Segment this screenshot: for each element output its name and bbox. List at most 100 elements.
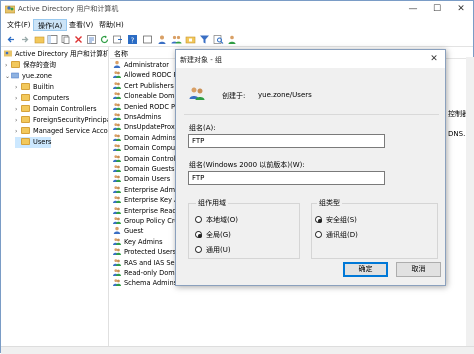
tree-item-domain[interactable]: ⌄ yue.zone [5,71,52,82]
list-item[interactable]: Group Policy Cre [113,216,178,227]
group-icon [113,102,121,110]
back-icon[interactable] [6,34,17,45]
type-distribution-radio[interactable] [315,231,322,238]
menu-action[interactable]: 操作(A) [33,19,68,31]
list-item[interactable]: Enterprise Key A [113,195,179,206]
menu-file[interactable]: 文件(F) [3,19,35,31]
domain-icon [11,72,19,79]
view-icon[interactable] [142,34,153,45]
vertical-scrollbar[interactable] [466,57,474,347]
minimize-icon: — [408,4,418,14]
minimize-button[interactable]: — [401,1,425,17]
list-item[interactable]: Domain Users [113,174,170,185]
type-security-label[interactable]: 安全组(S) [326,215,357,225]
list-item[interactable]: Key Admins [113,237,163,248]
list-item[interactable]: Enterprise Read [113,206,177,217]
pre2000-name-input[interactable]: FTP [188,171,385,185]
group-icon [113,144,121,152]
find-icon[interactable] [213,34,224,45]
refresh-icon[interactable] [99,34,110,45]
list-item-label: Domain Guests [124,165,175,173]
list-item[interactable]: DnsAdmins [113,112,161,123]
menu-view[interactable]: 查看(V) [65,19,97,31]
scope-universal-radio[interactable] [195,246,202,253]
filter-icon[interactable] [199,34,210,45]
list-item[interactable]: Enterprise Admi [113,185,177,196]
list-item[interactable]: Domain Guests [113,164,174,175]
scope-global-radio[interactable] [195,231,202,238]
create-in-label: 创建于: [222,92,246,100]
console-tree-icon[interactable] [47,34,58,45]
create-in-path: yue.zone/Users [258,91,312,99]
group-icon [113,206,121,214]
new-user-icon[interactable] [157,34,168,45]
group-name-input[interactable]: FTP [188,134,385,148]
tree-item-label: yue.zone [22,72,52,80]
list-item[interactable]: Domain Admins [113,133,176,144]
add-to-group-icon[interactable] [227,34,238,45]
tree-item-users[interactable]: Users [15,137,52,148]
ok-button[interactable]: 确定 [343,262,388,277]
maximize-icon: ☐ [432,4,442,14]
list-item-label: Enterprise Key A [124,196,179,205]
menu-help[interactable]: 帮助(H) [95,19,128,31]
group-icon [113,71,121,79]
tree-item-saved-queries[interactable]: › 保存的查询 [5,60,56,71]
tree-item-builtin[interactable]: › Builtin [15,82,54,93]
list-item-label: Enterprise Read [124,206,177,215]
tree-root[interactable]: Active Directory 用户和计算机 [4,49,108,60]
tree-item-domain-controllers[interactable]: › Domain Controllers [15,104,97,115]
dialog-close-button[interactable]: ✕ [425,52,443,66]
tree-item-label: Builtin [33,83,54,91]
list-item[interactable]: Allowed RODC Pa [113,70,181,81]
list-item[interactable]: Administrator [113,60,169,71]
new-group-dialog: 新建对象 - 组 ✕ 创建于: yue.zone/Users 组名(A): FT… [175,49,446,286]
list-item[interactable]: Schema Admins [113,278,177,289]
tree-item-foreign-security-principals[interactable]: › ForeignSecurityPrincipals [15,115,108,126]
group-icon [113,185,121,193]
group-icon [113,133,121,141]
window-title: Active Directory 用户和计算机 [18,5,119,13]
list-item[interactable]: Denied RODC Pa [113,102,179,113]
delete-icon[interactable] [73,34,84,45]
list-item[interactable]: Guest [113,226,143,237]
close-icon: ✕ [430,54,438,64]
list-item[interactable]: Cloneable Doma [113,91,179,102]
list-item[interactable]: DnsUpdateProxy [113,122,179,133]
dialog-title: 新建对象 - 组 [180,56,222,64]
help-icon[interactable]: ? [127,34,138,45]
list-item-label: Key Admins [124,237,163,246]
group-icon [113,113,121,120]
new-group-icon[interactable] [171,34,182,45]
scope-global-label[interactable]: 全局(G) [206,230,231,240]
cancel-button[interactable]: 取消 [396,262,441,277]
list-item[interactable]: Cert Publishers [113,81,174,92]
scope-domain-local-radio[interactable] [195,216,202,223]
list-item[interactable]: Domain Compute [113,143,182,154]
scope-domain-local-label[interactable]: 本地域(O) [206,215,238,225]
tree-item-managed-service-accounts[interactable]: ›Managed Service Accounts [15,126,108,137]
list-item[interactable]: Protected Users [113,247,176,258]
maximize-button[interactable]: ☐ [425,1,449,17]
list-item[interactable]: Read-only Doma [113,268,179,279]
forward-icon[interactable] [19,34,30,45]
copy-icon[interactable] [60,34,71,45]
tree-item-computers[interactable]: › Computers [15,93,69,104]
list-item-label: Allowed RODC Pa [124,71,182,80]
properties-icon[interactable] [86,34,97,45]
export-list-icon[interactable] [112,34,123,45]
type-security-radio[interactable] [315,216,322,223]
list-item-label: Domain Compute [124,144,182,153]
folder-icon [11,61,20,68]
list-item[interactable]: Domain Controll [113,154,177,165]
list-item-label: Cloneable Doma [124,92,179,101]
list-item[interactable]: RAS and IAS Ser [113,258,177,269]
scope-universal-label[interactable]: 通用(U) [206,245,231,255]
folder-icon [21,83,30,90]
close-button[interactable]: ✕ [449,1,473,17]
type-distribution-label[interactable]: 通讯组(D) [326,230,358,240]
column-name-header[interactable]: 名称 [114,49,128,59]
up-folder-icon[interactable] [34,34,45,45]
new-ou-icon[interactable] [185,34,196,45]
user-icon [113,227,121,235]
